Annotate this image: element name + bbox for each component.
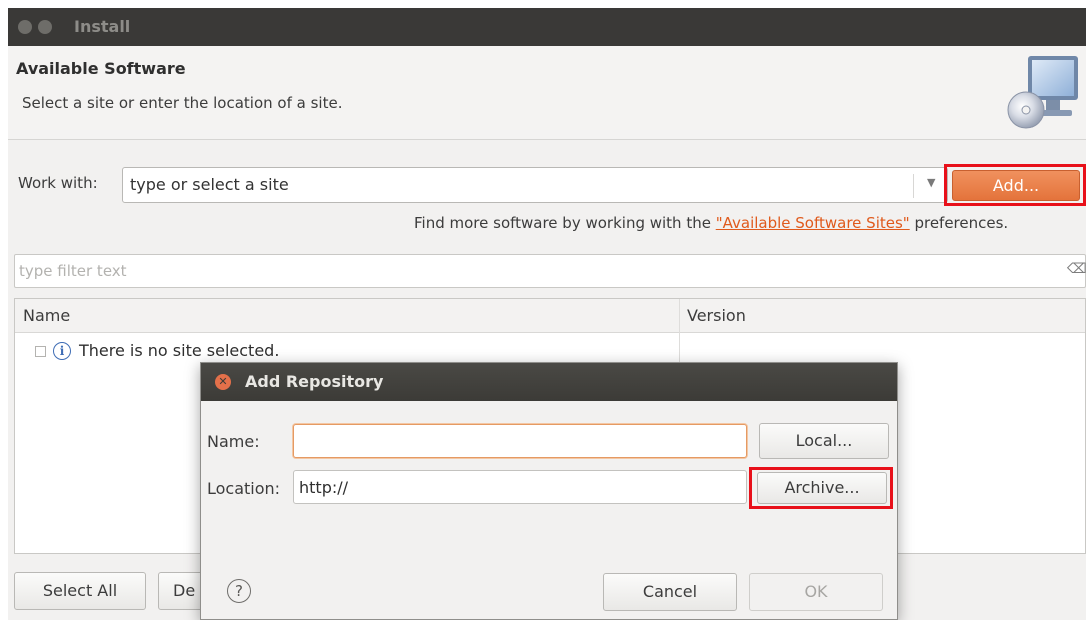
page-title: Available Software <box>16 59 186 78</box>
page-description: Select a site or enter the location of a… <box>22 94 343 112</box>
window-close-icon[interactable] <box>18 20 32 34</box>
info-icon: i <box>53 342 71 360</box>
more-software-prefix: Find more software by working with the <box>414 214 716 232</box>
more-software-suffix: preferences. <box>909 214 1009 232</box>
help-icon[interactable]: ? <box>227 579 251 603</box>
dialog-titlebar: ✕ Add Repository <box>201 363 897 401</box>
column-header-version[interactable]: Version <box>687 306 746 325</box>
dialog-title: Add Repository <box>245 372 384 391</box>
name-field[interactable] <box>293 424 747 458</box>
location-label: Location: <box>207 479 281 498</box>
work-with-combo-text: type or select a site <box>130 175 289 194</box>
work-with-combo[interactable]: type or select a site ▼ <box>122 167 948 203</box>
row-name: There is no site selected. <box>79 341 280 360</box>
location-field[interactable]: http:// <box>293 470 747 504</box>
row-checkbox[interactable] <box>35 346 46 357</box>
ok-button[interactable]: OK <box>749 573 883 611</box>
add-repository-dialog: ✕ Add Repository Name: Local... Location… <box>200 362 898 620</box>
table-header: Name Version <box>15 299 1085 333</box>
window-minimize-icon[interactable] <box>38 20 52 34</box>
column-header-name[interactable]: Name <box>23 306 70 325</box>
cancel-button[interactable]: Cancel <box>603 573 737 611</box>
filter-input[interactable]: type filter text ⌫ <box>14 254 1086 288</box>
filter-placeholder: type filter text <box>19 262 127 280</box>
window-title: Install <box>74 17 131 36</box>
name-label: Name: <box>207 432 260 451</box>
select-all-button[interactable]: Select All <box>14 572 146 610</box>
add-site-button[interactable]: Add... <box>952 170 1080 201</box>
install-software-icon <box>1007 56 1078 129</box>
archive-button[interactable]: Archive... <box>757 472 887 504</box>
chevron-down-icon[interactable]: ▼ <box>927 176 935 189</box>
page-header: Available Software Select a site or ente… <box>8 46 1086 140</box>
combo-separator <box>913 174 914 198</box>
work-with-label: Work with: <box>18 174 98 192</box>
close-icon[interactable]: ✕ <box>215 374 231 390</box>
clear-icon[interactable]: ⌫ <box>1067 261 1086 277</box>
local-button[interactable]: Local... <box>759 423 889 459</box>
location-value: http:// <box>299 478 349 497</box>
window-titlebar: Install <box>8 8 1086 46</box>
available-software-sites-link[interactable]: "Available Software Sites" <box>716 214 910 232</box>
more-software-hint: Find more software by working with the "… <box>414 214 1008 232</box>
